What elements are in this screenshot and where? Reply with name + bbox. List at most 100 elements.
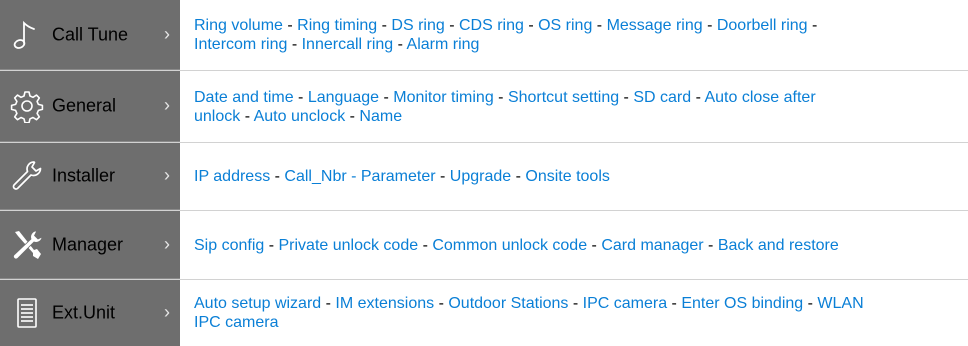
option-link[interactable]: Upgrade bbox=[450, 168, 511, 185]
option-link[interactable]: Enter OS binding bbox=[681, 295, 803, 312]
option-link[interactable]: Call_Nbr - Parameter bbox=[284, 168, 435, 185]
separator: - bbox=[444, 17, 459, 34]
option-link[interactable]: Common unlock code bbox=[432, 237, 587, 254]
music-note-icon bbox=[13, 20, 35, 49]
option-link[interactable]: unlock bbox=[194, 108, 240, 125]
option-line: IPC camera bbox=[194, 313, 864, 332]
menu-row-ext-unit: Ext.Unit › Auto setup wizard - IM extens… bbox=[0, 280, 968, 346]
separator: - bbox=[702, 17, 717, 34]
separator: - bbox=[321, 295, 336, 312]
option-link[interactable]: SD card bbox=[633, 89, 691, 106]
option-link[interactable]: Auto close after bbox=[704, 89, 815, 106]
option-line: Sip config - Private unlock code - Commo… bbox=[194, 236, 839, 255]
option-links: Auto setup wizard - IM extensions - Outd… bbox=[180, 280, 968, 346]
option-line: unlock - Auto unclock - Name bbox=[194, 107, 816, 126]
separator: - bbox=[493, 88, 508, 106]
option-link[interactable]: CDS ring bbox=[459, 17, 524, 34]
gear-icon bbox=[10, 91, 44, 123]
category-manager[interactable]: Manager › bbox=[0, 211, 180, 279]
separator: - bbox=[511, 168, 526, 185]
separator: - bbox=[523, 17, 539, 34]
menu-row-general: General › Date and time - Language - Mon… bbox=[0, 71, 968, 143]
separator: - bbox=[270, 168, 285, 185]
separator: - bbox=[377, 17, 392, 34]
menu-row-installer: Installer › IP address - Call_Nbr - Para… bbox=[0, 143, 968, 211]
option-link[interactable]: Date and time bbox=[194, 89, 294, 106]
separator: - bbox=[418, 236, 433, 254]
option-link[interactable]: Onsite tools bbox=[525, 168, 609, 185]
option-link[interactable]: Private unlock code bbox=[278, 237, 418, 254]
separator: - bbox=[345, 107, 360, 125]
option-link[interactable]: Sip config bbox=[194, 237, 264, 254]
chevron-right-icon: › bbox=[164, 95, 170, 116]
chevron-right-icon: › bbox=[164, 23, 170, 44]
option-line: IP address - Call_Nbr - Parameter - Upgr… bbox=[194, 167, 610, 186]
option-link[interactable]: Innercall ring bbox=[302, 36, 394, 53]
option-link[interactable]: Monitor timing bbox=[393, 89, 493, 106]
separator: - bbox=[703, 236, 718, 254]
option-line: Intercom ring - Innercall ring - Alarm r… bbox=[194, 35, 817, 54]
option-link[interactable]: Back and restore bbox=[718, 237, 839, 254]
category-label: Call Tune bbox=[52, 24, 129, 44]
separator: - bbox=[264, 236, 279, 254]
separator: - bbox=[667, 295, 682, 312]
chevron-right-icon: › bbox=[164, 233, 170, 254]
chevron-right-icon: › bbox=[164, 165, 170, 186]
category-label: Installer bbox=[52, 165, 116, 186]
option-link[interactable]: Ring volume bbox=[194, 17, 283, 34]
category-label: General bbox=[52, 95, 117, 116]
option-link[interactable]: Message ring bbox=[607, 17, 703, 34]
option-link[interactable]: IP address bbox=[194, 168, 270, 185]
option-link[interactable]: Card manager bbox=[601, 237, 703, 254]
option-links: Ring volume - Ring timing - DS ring - CD… bbox=[180, 0, 968, 70]
separator: - bbox=[434, 295, 449, 312]
option-link[interactable]: Ring timing bbox=[297, 17, 377, 34]
separator: - bbox=[619, 88, 634, 106]
option-link[interactable]: Name bbox=[359, 108, 402, 125]
option-link[interactable]: Alarm ring bbox=[407, 36, 480, 53]
separator: - bbox=[435, 168, 450, 185]
separator: - bbox=[379, 88, 394, 106]
option-link[interactable]: Auto setup wizard bbox=[194, 295, 321, 312]
option-link[interactable]: DS ring bbox=[391, 17, 444, 34]
category-general[interactable]: General › bbox=[0, 71, 180, 142]
option-link[interactable]: IPC camera bbox=[194, 314, 278, 331]
category-call-tune[interactable]: Call Tune › bbox=[0, 0, 180, 70]
separator: - bbox=[293, 88, 308, 106]
category-label: Ext.Unit bbox=[52, 302, 116, 323]
separator: - bbox=[807, 17, 818, 34]
settings-menu: Call Tune › Ring volume - Ring timing - … bbox=[0, 0, 968, 346]
menu-row-manager: Manager › Sip config - Private unlock co… bbox=[0, 211, 968, 280]
option-link[interactable]: Doorbell ring bbox=[717, 17, 808, 34]
option-link[interactable]: Outdoor Stations bbox=[448, 295, 568, 312]
chevron-right-icon: › bbox=[164, 302, 170, 323]
option-links: IP address - Call_Nbr - Parameter - Upgr… bbox=[180, 143, 968, 210]
option-link[interactable]: WLAN bbox=[817, 295, 863, 312]
menu-row-call-tune: Call Tune › Ring volume - Ring timing - … bbox=[0, 0, 968, 71]
category-ext-unit[interactable]: Ext.Unit › bbox=[0, 280, 180, 346]
option-link[interactable]: OS ring bbox=[538, 17, 592, 34]
option-line: Ring volume - Ring timing - DS ring - CD… bbox=[194, 16, 817, 35]
separator: - bbox=[691, 88, 705, 106]
separator: - bbox=[282, 17, 298, 34]
option-link[interactable]: Shortcut setting bbox=[508, 89, 619, 106]
category-label: Manager bbox=[52, 234, 124, 254]
option-link[interactable]: Auto unclock bbox=[254, 108, 346, 125]
option-line: Auto setup wizard - IM extensions - Outd… bbox=[194, 294, 864, 313]
tools-icon bbox=[13, 230, 43, 259]
option-link[interactable]: IM extensions bbox=[335, 295, 434, 312]
document-icon bbox=[17, 298, 37, 328]
option-link[interactable]: Language bbox=[308, 89, 379, 106]
separator: - bbox=[393, 36, 407, 53]
separator: - bbox=[287, 36, 302, 53]
separator: - bbox=[592, 17, 607, 34]
option-line: Date and time - Language - Monitor timin… bbox=[194, 88, 816, 107]
wrench-icon bbox=[12, 161, 42, 190]
separator: - bbox=[803, 295, 818, 312]
separator: - bbox=[568, 295, 583, 312]
option-link[interactable]: Intercom ring bbox=[194, 36, 287, 53]
category-installer[interactable]: Installer › bbox=[0, 143, 180, 210]
separator: - bbox=[240, 107, 254, 125]
option-link[interactable]: IPC camera bbox=[583, 295, 667, 312]
option-links: Sip config - Private unlock code - Commo… bbox=[180, 211, 968, 279]
